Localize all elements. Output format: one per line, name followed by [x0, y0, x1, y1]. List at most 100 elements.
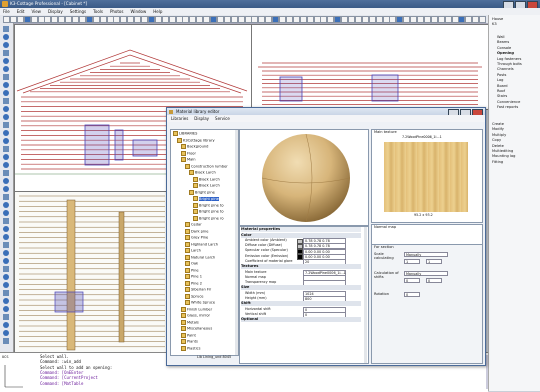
left-tool-button[interactable]	[3, 122, 9, 128]
left-tool-button[interactable]	[3, 66, 9, 72]
left-tool-button[interactable]	[3, 210, 9, 216]
panel-item[interactable]: Log fasteners	[492, 57, 540, 62]
tree-node[interactable]: Paint	[181, 332, 196, 338]
tree-node[interactable]: Bright pine	[189, 189, 215, 195]
left-tool-button[interactable]	[3, 226, 9, 232]
tree-node[interactable]: Dark pine	[185, 228, 208, 234]
tree-node[interactable]: Finish Lumber	[181, 306, 212, 312]
left-tool-button[interactable]	[3, 306, 9, 312]
tree-node[interactable]: Oak	[185, 261, 198, 266]
panel-action-item[interactable]: Delete	[492, 144, 538, 149]
left-tool-button[interactable]	[3, 74, 9, 80]
left-tool-button[interactable]	[3, 146, 9, 152]
menu-item[interactable]: File	[3, 8, 10, 15]
shift-y-input[interactable]: 0	[426, 278, 442, 283]
left-tool-button[interactable]	[3, 322, 9, 328]
dialog-menu-item[interactable]: Display	[194, 115, 209, 122]
left-tool-button[interactable]	[3, 130, 9, 136]
left-tool-button[interactable]	[3, 98, 9, 104]
left-tool-button[interactable]	[3, 266, 9, 272]
left-tool-button[interactable]	[3, 242, 9, 248]
property-section[interactable]: Textures	[241, 264, 361, 269]
tree-node[interactable]: Floor	[181, 150, 196, 156]
left-tool-button[interactable]	[3, 58, 9, 64]
shifts-select[interactable]: Manually	[404, 271, 448, 276]
tree-node[interactable]: Grey Pine	[185, 235, 208, 240]
left-tool-button[interactable]	[3, 154, 9, 160]
texture-thumbnail[interactable]	[384, 142, 468, 212]
tree-node[interactable]: Metals	[181, 319, 199, 325]
panel-item[interactable]: Beams	[492, 40, 540, 45]
panel-action-item[interactable]: Multiply	[492, 133, 538, 138]
left-tool-button[interactable]	[3, 178, 9, 184]
command-scrollbar[interactable]	[486, 355, 488, 389]
panel-item[interactable]: Board	[492, 84, 540, 89]
tree-node[interactable]: Siberian Fir	[185, 287, 211, 292]
menu-item[interactable]: Help	[153, 8, 162, 15]
left-tool-button[interactable]	[3, 42, 9, 48]
tree-node[interactable]: Pine 1	[185, 274, 202, 279]
menu-item[interactable]: Display	[48, 8, 63, 15]
panel-item[interactable]: Through bolts	[492, 62, 540, 67]
menu-item[interactable]: Settings	[70, 8, 86, 15]
panel-item[interactable]: Opening	[492, 51, 540, 56]
tree-node[interactable]: Highland Larch	[185, 241, 218, 247]
tree-node[interactable]: Spruce	[185, 293, 204, 299]
panel-action-item[interactable]: Create	[492, 122, 538, 127]
left-tool-button[interactable]	[3, 338, 9, 344]
panel-item[interactable]: Wall	[492, 35, 540, 40]
tree-node[interactable]: Bright pine to	[193, 209, 224, 214]
tree-node[interactable]: Black Larch	[193, 176, 220, 182]
left-tool-button[interactable]	[3, 106, 9, 112]
menu-item[interactable]: View	[31, 8, 41, 15]
panel-item[interactable]: Stairs	[492, 94, 540, 99]
menu-item[interactable]: Tools	[93, 8, 103, 15]
tree-node[interactable]: Pine	[185, 267, 199, 273]
menu-item[interactable]: Window	[130, 8, 146, 15]
rotation-input[interactable]: 0	[404, 292, 420, 297]
panel-item[interactable]: Convenience	[492, 100, 540, 105]
panel-header-item[interactable]: K3	[492, 22, 538, 27]
menu-item[interactable]: Photos	[110, 8, 124, 15]
tree-node[interactable]: Cedar	[185, 222, 202, 227]
tree-node[interactable]: Black Larch	[189, 170, 216, 175]
left-tool-button[interactable]	[3, 258, 9, 264]
dialog-menu-item[interactable]: Service	[215, 115, 230, 122]
tree-node[interactable]: Bright pine to	[193, 202, 224, 208]
left-tool-button[interactable]	[3, 250, 9, 256]
left-tool-button[interactable]	[3, 26, 9, 32]
panel-action-item[interactable]: Fitting	[492, 160, 538, 165]
tree-node[interactable]: Bright pine ro	[193, 215, 224, 221]
left-tool-button[interactable]	[3, 194, 9, 200]
panel-action-item[interactable]: Mounting log	[492, 154, 538, 159]
panel-item[interactable]: Channels	[492, 67, 540, 72]
panel-item[interactable]: Log	[492, 78, 540, 83]
property-section[interactable]: Optional	[241, 316, 361, 322]
left-tool-button[interactable]	[3, 138, 9, 144]
left-tool-button[interactable]	[3, 170, 9, 176]
tree-node[interactable]: Larch	[185, 248, 201, 253]
panel-item[interactable]: Posts	[492, 73, 540, 78]
dialog-menu-item[interactable]: Libraries	[171, 115, 188, 122]
scale-x-input[interactable]: 1	[404, 259, 420, 264]
left-tool-button[interactable]	[3, 274, 9, 280]
left-tool-button[interactable]	[3, 330, 9, 336]
left-tool-button[interactable]	[3, 202, 9, 208]
left-tool-button[interactable]	[3, 234, 9, 240]
panel-action-item[interactable]: Multiediting	[492, 149, 538, 154]
left-tool-button[interactable]	[3, 298, 9, 304]
left-tool-button[interactable]	[3, 90, 9, 96]
menu-item[interactable]: Edit	[17, 8, 25, 15]
left-tool-button[interactable]	[3, 314, 9, 320]
tree-node[interactable]: Background	[181, 144, 208, 149]
tree-node[interactable]: LIBRARIES	[173, 131, 197, 136]
left-tool-button[interactable]	[3, 82, 9, 88]
tree-node[interactable]: Bright pine	[193, 196, 219, 201]
tree-node[interactable]: Plastics	[181, 345, 201, 351]
viewport-elevation-right[interactable]	[251, 24, 489, 110]
left-tool-button[interactable]	[3, 162, 9, 168]
tree-node[interactable]: Glass, mirror	[181, 313, 210, 318]
tree-node[interactable]: Pine 2	[185, 280, 202, 286]
tree-node[interactable]: Plants	[181, 339, 198, 344]
toolbar-button[interactable]	[479, 16, 487, 23]
